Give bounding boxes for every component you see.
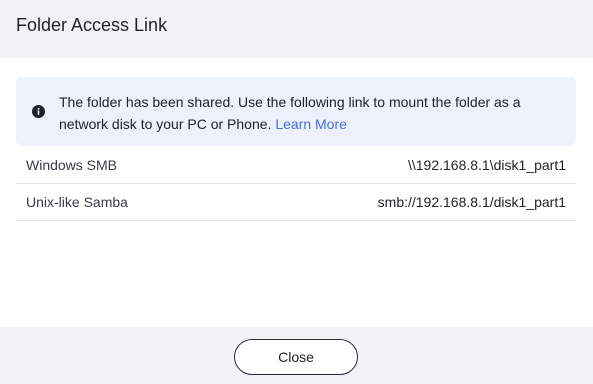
close-button[interactable]: Close <box>234 339 358 375</box>
link-value: smb://192.168.8.1/disk1_part1 <box>377 194 566 210</box>
link-row-windows-smb: Windows SMB \\192.168.8.1\disk1_part1 <box>16 147 576 184</box>
info-banner: The folder has been shared. Use the foll… <box>16 77 576 146</box>
link-label: Unix-like Samba <box>26 194 128 210</box>
dialog-footer: Close <box>0 327 593 384</box>
link-row-unix-samba: Unix-like Samba smb://192.168.8.1/disk1_… <box>16 184 576 221</box>
dialog-header: Folder Access Link <box>0 0 593 58</box>
link-label: Windows SMB <box>26 157 118 173</box>
dialog-title: Folder Access Link <box>16 15 168 35</box>
info-icon <box>32 105 45 118</box>
info-message: The folder has been shared. Use the foll… <box>59 91 559 135</box>
folder-access-dialog: Folder Access Link The folder has been s… <box>0 0 593 384</box>
learn-more-link[interactable]: Learn More <box>275 116 347 132</box>
link-value: \\192.168.8.1\disk1_part1 <box>407 157 566 173</box>
